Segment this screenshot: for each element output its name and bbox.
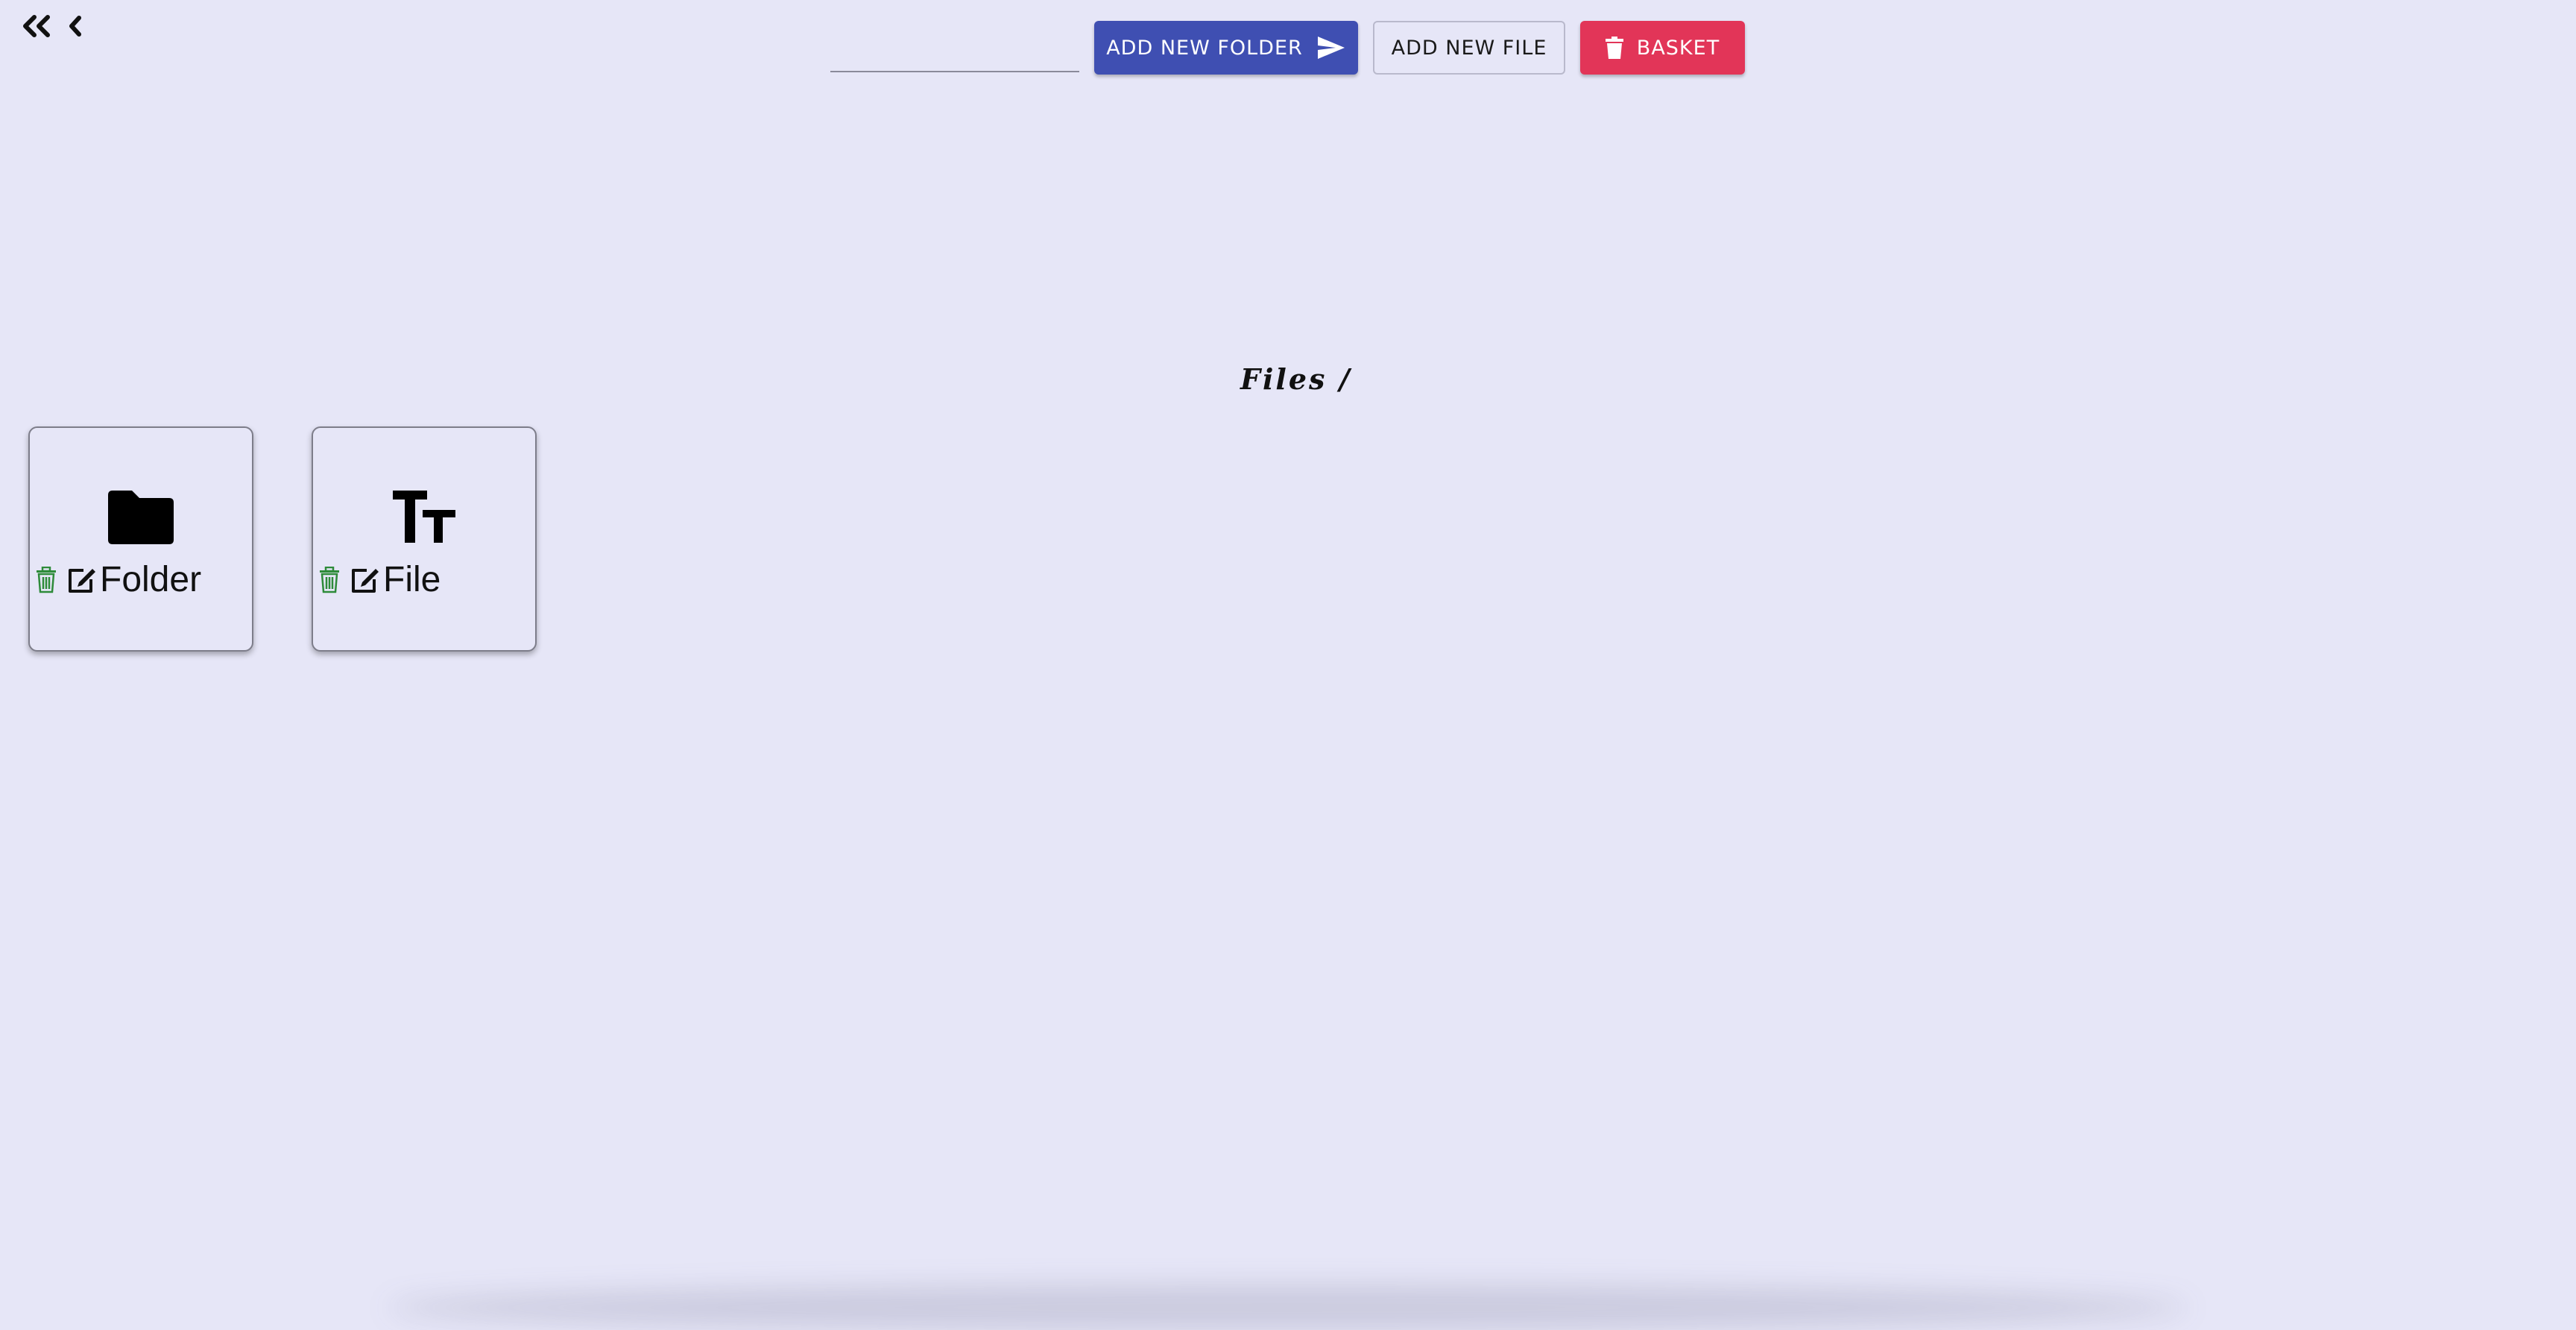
send-icon [1317, 37, 1345, 59]
folder-icon [108, 491, 174, 544]
file-item-row: File [319, 559, 441, 601]
delete-folder-button[interactable] [36, 567, 57, 593]
edit-icon [352, 569, 379, 593]
edit-icon [69, 569, 95, 593]
delete-file-button[interactable] [319, 567, 340, 593]
trash-icon [320, 567, 339, 593]
text-icon [393, 491, 455, 543]
name-input[interactable] [830, 41, 1079, 72]
chevron-left-icon [69, 16, 81, 37]
folder-item-row: Folder [36, 559, 201, 601]
back-button[interactable] [67, 15, 83, 37]
add-new-file-button[interactable]: ADD NEW FILE [1373, 21, 1565, 75]
add-new-folder-button[interactable]: ADD NEW FOLDER [1094, 21, 1358, 75]
file-item[interactable]: File [312, 426, 537, 652]
folder-item[interactable]: Folder [28, 426, 253, 652]
basket-label: BASKET [1636, 36, 1720, 60]
edit-file-button[interactable] [350, 566, 380, 594]
trash-icon [37, 567, 56, 593]
trash-icon [1605, 37, 1623, 59]
folder-item-label: Folder [100, 560, 202, 599]
basket-button[interactable]: BASKET [1580, 21, 1745, 75]
breadcrumb: Files / [1240, 362, 1352, 396]
edit-folder-button[interactable] [67, 566, 97, 594]
navigation-controls [19, 15, 83, 37]
add-new-file-label: ADD NEW FILE [1391, 36, 1547, 60]
add-new-folder-label: ADD NEW FOLDER [1106, 36, 1303, 60]
double-chevron-left-icon [23, 15, 50, 37]
toolbar: ADD NEW FOLDER ADD NEW FILE BASKET [830, 21, 1745, 75]
bottom-panel-shadow [388, 1285, 2188, 1330]
go-root-button[interactable] [19, 15, 52, 37]
file-item-label: File [383, 560, 441, 599]
